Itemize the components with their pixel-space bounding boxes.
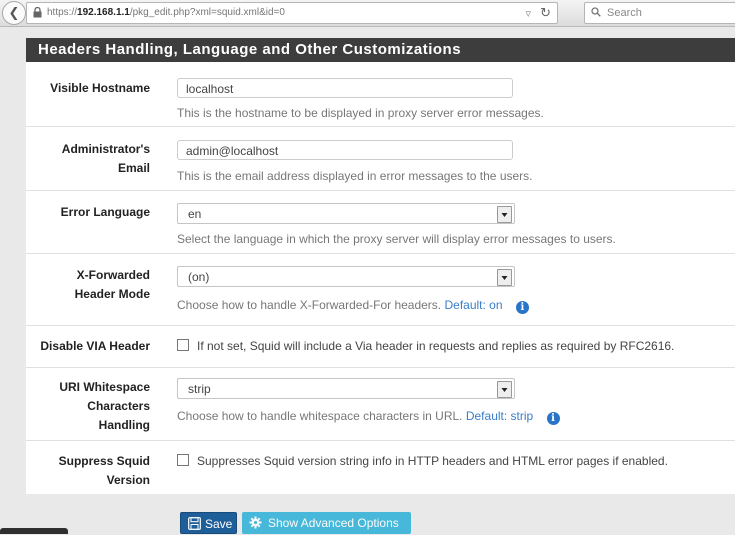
- disable-via-option: If not set, Squid will include a Via hea…: [177, 339, 674, 353]
- error-language-value: en: [188, 207, 202, 221]
- suppress-version-label: Suppress Squid Version: [58, 454, 150, 487]
- search-icon: [591, 7, 601, 17]
- chevron-down-icon: [497, 381, 512, 398]
- uri-whitespace-select[interactable]: strip: [177, 378, 515, 399]
- x-forwarded-default: Default: on: [444, 298, 503, 312]
- uri-whitespace-value: strip: [188, 382, 211, 396]
- admin-email-help: This is the email address displayed in e…: [177, 169, 533, 183]
- admin-email-label: Administrator's Email: [61, 142, 150, 175]
- suppress-version-row: Suppress Squid Version Suppresses Squid …: [26, 441, 735, 494]
- info-icon[interactable]: i: [515, 301, 529, 314]
- x-forwarded-value: (on): [188, 270, 210, 284]
- suppress-version-help: Suppresses Squid version string info in …: [197, 454, 668, 468]
- lock-icon: [33, 7, 42, 18]
- error-language-row: Error Language en Select the language in…: [26, 191, 735, 254]
- settings-panel: Headers Handling, Language and Other Cus…: [26, 38, 735, 494]
- visible-hostname-row: Visible Hostname localhost This is the h…: [26, 62, 735, 127]
- floppy-disk-icon: [188, 517, 201, 530]
- disable-via-help: If not set, Squid will include a Via hea…: [197, 339, 675, 353]
- x-forwarded-row: X-Forwarded Header Mode (on) Choose how …: [26, 254, 735, 326]
- browser-toolbar: ❮ https://192.168.1.1/pkg_edit.php?xml=s…: [0, 0, 735, 27]
- url-text: https://192.168.1.1/pkg_edit.php?xml=squ…: [47, 7, 285, 18]
- admin-email-input[interactable]: admin@localhost: [177, 140, 513, 160]
- disable-via-label: Disable VIA Header: [40, 339, 150, 353]
- uri-whitespace-label: URI Whitespace Characters Handling: [59, 380, 150, 432]
- error-language-label: Error Language: [60, 205, 150, 219]
- taskbar-fragment: [0, 528, 68, 534]
- x-forwarded-select[interactable]: (on): [177, 266, 515, 287]
- save-button-label: Save: [205, 517, 233, 531]
- back-arrow-icon[interactable]: ❮: [2, 1, 26, 25]
- chevron-down-icon: [497, 206, 512, 223]
- show-advanced-options-label: Show Advanced Options: [268, 516, 399, 530]
- uri-whitespace-help: Choose how to handle whitespace characte…: [177, 409, 560, 425]
- panel-title: Headers Handling, Language and Other Cus…: [26, 38, 735, 62]
- suppress-version-checkbox[interactable]: [177, 454, 189, 466]
- visible-hostname-help: This is the hostname to be displayed in …: [177, 106, 544, 120]
- show-advanced-options-button[interactable]: Show Advanced Options: [242, 512, 411, 534]
- disable-via-row: Disable VIA Header If not set, Squid wil…: [26, 326, 735, 368]
- x-forwarded-label: X-Forwarded Header Mode: [74, 268, 150, 301]
- visible-hostname-label: Visible Hostname: [50, 81, 150, 95]
- error-language-help: Select the language in which the proxy s…: [177, 232, 616, 246]
- error-language-select[interactable]: en: [177, 203, 515, 224]
- visible-hostname-input[interactable]: localhost: [177, 78, 513, 98]
- suppress-version-option: Suppresses Squid version string info in …: [177, 454, 668, 468]
- chevron-down-icon: [497, 269, 512, 286]
- address-bar[interactable]: https://192.168.1.1/pkg_edit.php?xml=squ…: [26, 2, 558, 24]
- dropdown-arrow-icon[interactable]: ▿: [526, 8, 532, 20]
- disable-via-checkbox[interactable]: [177, 339, 189, 351]
- save-button[interactable]: Save: [180, 512, 237, 534]
- search-placeholder: Search: [607, 7, 642, 19]
- info-icon[interactable]: i: [546, 412, 560, 425]
- admin-email-row: Administrator's Email admin@localhost Th…: [26, 127, 735, 191]
- gear-icon: [249, 516, 262, 529]
- x-forwarded-help: Choose how to handle X-Forwarded-For hea…: [177, 298, 529, 314]
- browser-search-input[interactable]: Search: [584, 2, 735, 24]
- reload-icon[interactable]: ↻: [540, 5, 551, 20]
- uri-whitespace-default: Default: strip: [465, 409, 534, 423]
- uri-whitespace-row: URI Whitespace Characters Handling strip…: [26, 368, 735, 441]
